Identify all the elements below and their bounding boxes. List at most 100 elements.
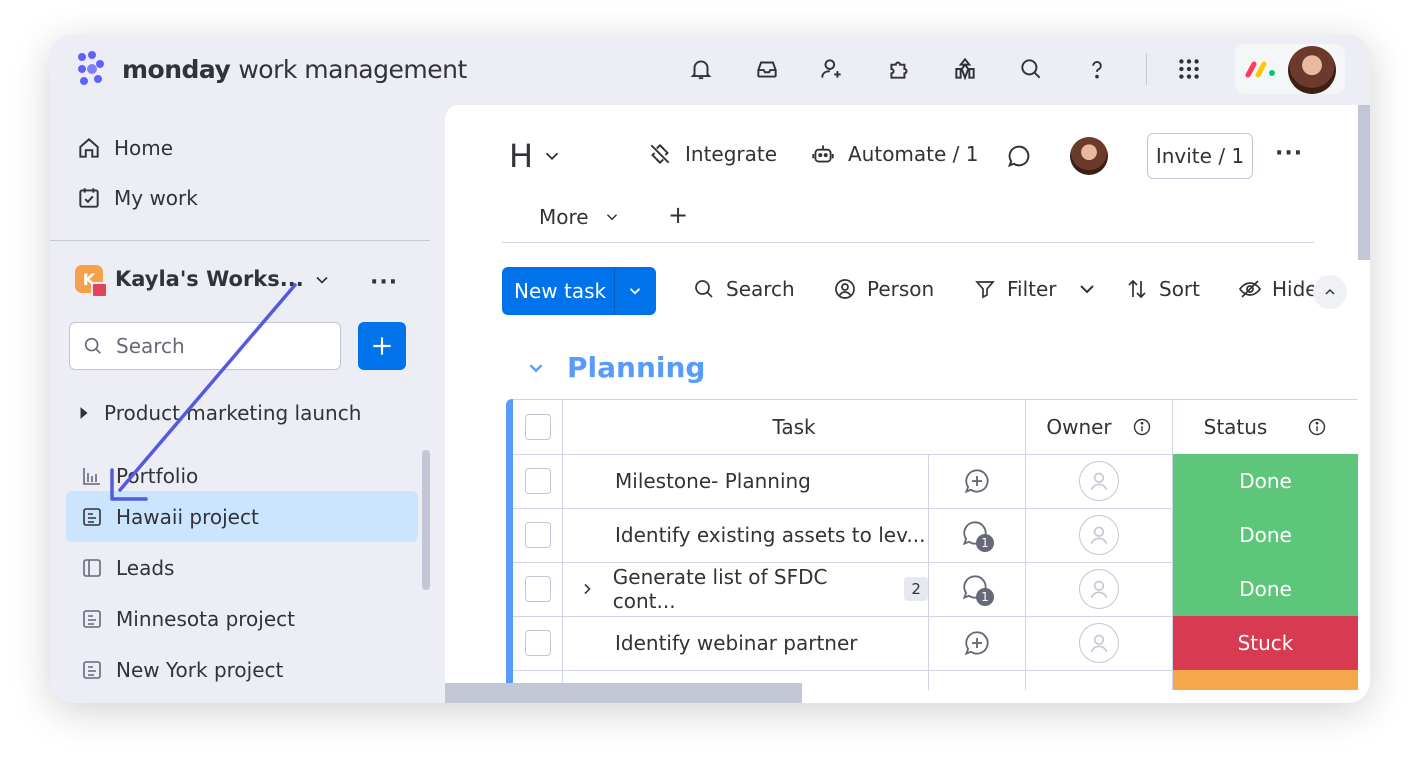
group-title[interactable]: Planning [567,351,705,384]
sidebar-search-input[interactable] [114,333,318,359]
user-avatar[interactable] [1288,46,1336,94]
group-header[interactable]: Planning [525,351,705,384]
sidebar-search[interactable] [69,322,341,370]
task-name[interactable]: Identify existing assets to lev... [615,523,925,547]
sidebar-divider [50,240,430,241]
help-icon[interactable] [1080,52,1114,86]
chevron-down-icon[interactable] [1075,277,1099,301]
task-name[interactable]: Identify webinar partner [615,631,858,655]
sidebar-item-leads[interactable]: Leads [66,542,418,593]
updates-icon[interactable] [1005,142,1033,170]
sidebar-folder[interactable]: Product marketing launch [78,401,361,425]
add-update-icon[interactable] [962,466,992,496]
table-row[interactable]: Milestone- Planning Done [513,454,1358,509]
table-row[interactable]: Identify existing assets to lev... 1 Don… [513,508,1358,563]
task-name[interactable]: Milestone- Planning [615,469,811,493]
task-cell[interactable]: Milestone- Planning [563,454,929,508]
filter-button[interactable]: Filter [973,277,1099,301]
board-more-icon[interactable]: ··· [1275,141,1303,166]
updates-count-icon[interactable]: 1 [960,572,994,606]
integrate-button[interactable]: Integrate [647,141,777,167]
eye-off-icon [1238,280,1262,298]
updates-cell[interactable] [929,454,1026,508]
horizontal-scrollbar[interactable] [445,683,802,703]
updates-cell[interactable]: 1 [929,508,1026,562]
inbox-icon[interactable] [750,52,784,86]
board-title[interactable]: H [509,137,533,175]
owner-cell[interactable] [1026,454,1173,508]
sidebar-home[interactable]: Home [76,135,173,161]
chevron-down-icon[interactable] [541,145,563,167]
task-cell[interactable]: Identify webinar partner [563,616,929,670]
info-icon[interactable] [1307,417,1327,437]
invite-members-icon[interactable] [815,52,849,86]
task-cell[interactable]: Identify existing assets to lev... [563,508,929,562]
person-filter-button[interactable]: Person [833,277,934,301]
status-cell[interactable]: Stuck [1173,616,1358,670]
sidebar-scrollbar[interactable] [422,450,430,590]
add-item-button[interactable] [358,322,406,370]
sort-button[interactable]: Sort [1125,277,1200,301]
person-placeholder-icon[interactable] [1079,461,1119,501]
updates-cell[interactable] [929,616,1026,670]
person-placeholder-icon[interactable] [1079,515,1119,555]
vertical-scrollbar[interactable] [1358,105,1370,260]
person-placeholder-icon[interactable] [1079,569,1119,609]
chevron-down-icon[interactable] [312,270,332,290]
sidebar-my-work[interactable]: My work [76,185,198,211]
sidebar-item-label: Minnesota project [116,606,295,631]
add-view-button[interactable]: + [668,201,688,229]
board-member-avatar[interactable] [1070,137,1108,175]
app-window: monday work management Home My work K Ka… [50,35,1370,703]
status-cell[interactable]: Done [1173,508,1358,562]
search-icon[interactable] [1014,52,1048,86]
person-placeholder-icon[interactable] [1079,623,1119,663]
subitems-count[interactable]: 2 [904,577,929,601]
hide-button[interactable]: Hide [1238,277,1318,301]
monday-mark-icon [1245,61,1275,78]
column-header-owner[interactable]: Owner [1026,400,1173,454]
info-icon[interactable] [1132,417,1152,437]
plus-icon [373,337,391,355]
row-checkbox[interactable] [524,468,551,494]
chevron-down-icon[interactable] [525,357,547,379]
tab-more[interactable]: More [539,205,621,229]
new-task-dropdown[interactable] [615,282,655,300]
owner-cell[interactable] [1026,616,1173,670]
app-switcher-icon[interactable] [1172,52,1206,86]
owner-cell[interactable] [1026,508,1173,562]
sidebar-item-new-york-project[interactable]: New York project [66,644,418,695]
task-name[interactable]: Generate list of SFDC cont... [613,565,893,613]
status-label: Done [1239,469,1292,493]
workspace-selector[interactable]: K Kayla's Works... [75,265,304,298]
search-button[interactable]: Search [692,277,795,301]
apps-icon[interactable] [882,52,916,86]
chevron-right-icon[interactable] [579,581,595,597]
sidebar-item-hawaii-project[interactable]: Hawaii project [66,491,418,542]
tab-more-label: More [539,205,589,229]
status-cell[interactable]: Done [1173,562,1358,616]
sidebar-item-minnesota-project[interactable]: Minnesota project [66,593,418,644]
row-checkbox[interactable] [524,576,551,602]
owner-cell[interactable] [1026,562,1173,616]
marketplace-icon[interactable] [948,52,982,86]
select-all-checkbox[interactable] [524,414,551,440]
column-header-task[interactable]: Task [563,400,1026,454]
task-cell[interactable]: Generate list of SFDC cont... 2 [563,562,929,616]
column-header-status[interactable]: Status [1173,400,1358,454]
automate-button[interactable]: Automate / 1 [810,141,979,167]
collapse-toolbar-button[interactable] [1313,275,1347,309]
row-checkbox[interactable] [524,522,551,548]
row-checkbox[interactable] [524,630,551,656]
app-logo[interactable]: monday work management [72,49,467,89]
new-task-button[interactable]: New task [502,267,656,315]
table-row[interactable]: Identify webinar partner Stuck [513,616,1358,671]
add-update-icon[interactable] [962,628,992,658]
table-row[interactable]: Generate list of SFDC cont... 2 1 Done [513,562,1358,617]
updates-cell[interactable]: 1 [929,562,1026,616]
workspace-more-icon[interactable]: ··· [370,270,398,295]
updates-count-icon[interactable]: 1 [960,518,994,552]
bell-icon[interactable] [684,52,718,86]
status-cell[interactable]: Done [1173,454,1358,508]
invite-button[interactable]: Invite / 1 [1147,133,1253,179]
